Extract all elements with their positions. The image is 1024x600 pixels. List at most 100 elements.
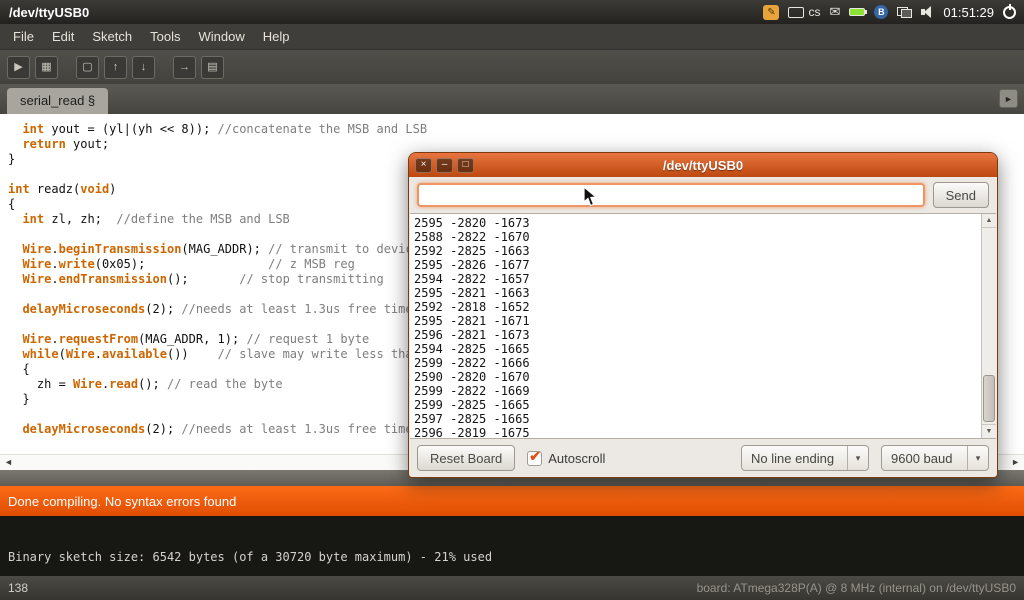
serial-input[interactable] xyxy=(417,183,925,207)
toolbar: ▶ ▦ ▢ ↑ ↓ → ▤ xyxy=(0,50,1024,84)
serial-output-line: 2597 -2825 -1665 xyxy=(410,412,996,426)
bluetooth-icon[interactable]: B xyxy=(874,5,888,19)
console-output: Binary sketch size: 6542 bytes (of a 307… xyxy=(0,516,1024,576)
code-line: int yout = (yl|(yh << 8)); //concatenate… xyxy=(8,122,1024,137)
pencil-icon: ✎ xyxy=(767,7,775,18)
tab-label: serial_read § xyxy=(20,93,95,108)
minimize-button[interactable]: – xyxy=(436,158,453,173)
keyboard-indicator[interactable]: cs xyxy=(788,5,820,19)
upload-arrow-icon: → xyxy=(179,62,190,73)
serial-output-line: 2590 -2820 -1670 xyxy=(410,370,996,384)
serial-output-line: 2595 -2826 -1677 xyxy=(410,258,996,272)
verify-button[interactable]: ▶ xyxy=(7,56,30,79)
down-arrow-icon: ↓ xyxy=(141,62,147,73)
mouse-cursor xyxy=(583,186,597,207)
serial-monitor-icon: ▤ xyxy=(207,62,217,73)
scroll-left-icon[interactable]: ◄ xyxy=(4,458,13,467)
line-ending-dropdown[interactable]: No line ending ▾ xyxy=(741,445,869,471)
serial-output-line: 2595 -2820 -1673 xyxy=(410,216,996,230)
serial-monitor-button[interactable]: ▤ xyxy=(201,56,224,79)
scrollbar-thumb[interactable] xyxy=(983,375,995,422)
serial-output-line: 2592 -2818 -1652 xyxy=(410,300,996,314)
screen: /dev/ttyUSB0 ✎ cs ✉ B 01:51:29 FileEditS… xyxy=(0,0,1024,600)
serial-monitor-titlebar[interactable]: /dev/ttyUSB0 × – □ xyxy=(409,153,997,177)
session-menu-icon[interactable] xyxy=(1003,6,1016,19)
serial-monitor-window: /dev/ttyUSB0 × – □ Send 2595 -2820 -1673… xyxy=(408,152,998,478)
line-ending-value: No line ending xyxy=(742,451,847,466)
new-file-icon: ▢ xyxy=(82,62,92,73)
baud-rate-value: 9600 baud xyxy=(882,451,967,466)
network-icon[interactable] xyxy=(897,7,912,18)
board-info: board: ATmega328P(A) @ 8 MHz (internal) … xyxy=(697,581,1016,595)
serial-output-scrollbar[interactable]: ▲ ▼ xyxy=(981,214,996,438)
tab-bar: serial_read § ► xyxy=(0,84,1024,114)
chevron-down-icon: ▾ xyxy=(967,446,988,470)
serial-output-area[interactable]: 2595 -2820 -16732588 -2822 -16702592 -28… xyxy=(410,213,996,439)
scroll-down-icon[interactable]: ▼ xyxy=(982,424,996,438)
serial-controls-row: Reset Board ✔ Autoscroll No line ending … xyxy=(409,439,997,477)
menu-help[interactable]: Help xyxy=(254,29,299,44)
top-panel: /dev/ttyUSB0 ✎ cs ✉ B 01:51:29 xyxy=(0,0,1024,24)
upload-button[interactable]: → xyxy=(173,56,196,79)
window-title: /dev/ttyUSB0 xyxy=(6,5,89,20)
keyboard-icon xyxy=(788,7,804,18)
mail-icon[interactable]: ✉ xyxy=(829,4,840,20)
menu-tools[interactable]: Tools xyxy=(141,29,189,44)
new-sketch-button[interactable]: ▢ xyxy=(76,56,99,79)
volume-icon[interactable] xyxy=(921,6,934,18)
scroll-up-icon[interactable]: ▲ xyxy=(982,214,996,228)
serial-output-line: 2599 -2822 -1666 xyxy=(410,356,996,370)
minimize-icon: – xyxy=(442,159,448,170)
menu-edit[interactable]: Edit xyxy=(43,29,83,44)
autoscroll-control[interactable]: ✔ Autoscroll xyxy=(527,451,605,466)
up-arrow-icon: ↑ xyxy=(113,62,119,73)
code-line: return yout; xyxy=(8,137,1024,152)
maximize-icon: □ xyxy=(462,159,468,170)
line-number: 138 xyxy=(8,581,28,595)
autoscroll-checkbox[interactable]: ✔ xyxy=(527,451,542,466)
stop-button[interactable]: ▦ xyxy=(35,56,58,79)
baud-rate-dropdown[interactable]: 9600 baud ▾ xyxy=(881,445,989,471)
menu-window[interactable]: Window xyxy=(189,29,253,44)
serial-output-line: 2596 -2819 -1675 xyxy=(410,426,996,439)
close-button[interactable]: × xyxy=(415,158,432,173)
tab-menu-button[interactable]: ► xyxy=(999,89,1018,108)
serial-output-line: 2596 -2821 -1673 xyxy=(410,328,996,342)
serial-output-line: 2594 -2822 -1657 xyxy=(410,272,996,286)
chevron-down-icon: ▾ xyxy=(847,446,868,470)
save-sketch-button[interactable]: ↓ xyxy=(132,56,155,79)
menu-sketch[interactable]: Sketch xyxy=(83,29,141,44)
close-icon: × xyxy=(421,159,427,170)
footer-status-bar: 138 board: ATmega328P(A) @ 8 MHz (intern… xyxy=(0,576,1024,600)
open-sketch-button[interactable]: ↑ xyxy=(104,56,127,79)
battery-icon[interactable] xyxy=(849,8,865,16)
serial-output-line: 2594 -2825 -1665 xyxy=(410,342,996,356)
menu-bar: FileEditSketchToolsWindowHelp xyxy=(0,24,1024,50)
serial-output-line: 2588 -2822 -1670 xyxy=(410,230,996,244)
notes-applet-button[interactable]: ✎ xyxy=(763,5,779,20)
play-circle-icon: ▶ xyxy=(14,62,22,73)
menu-file[interactable]: File xyxy=(4,29,43,44)
keyboard-layout-label: cs xyxy=(808,5,820,19)
serial-output-line: 2599 -2822 -1669 xyxy=(410,384,996,398)
send-button[interactable]: Send xyxy=(933,182,989,208)
reset-board-button[interactable]: Reset Board xyxy=(417,445,515,471)
check-icon: ✔ xyxy=(529,448,541,465)
serial-monitor-title: /dev/ttyUSB0 xyxy=(409,158,997,173)
tab-menu-icon: ► xyxy=(1004,94,1013,104)
scroll-right-icon[interactable]: ► xyxy=(1011,458,1020,467)
maximize-button[interactable]: □ xyxy=(457,158,474,173)
serial-output-line: 2592 -2825 -1663 xyxy=(410,244,996,258)
serial-input-row: Send xyxy=(409,177,997,213)
serial-output-line: 2599 -2825 -1665 xyxy=(410,398,996,412)
clock[interactable]: 01:51:29 xyxy=(943,5,994,20)
tab-serial-read[interactable]: serial_read § xyxy=(7,88,108,114)
stop-grid-icon: ▦ xyxy=(41,62,51,73)
system-tray: ✎ cs ✉ B 01:51:29 xyxy=(763,4,1018,20)
console-text: Binary sketch size: 6542 bytes (of a 307… xyxy=(8,550,492,564)
serial-output-line: 2595 -2821 -1663 xyxy=(410,286,996,300)
autoscroll-label: Autoscroll xyxy=(548,451,605,466)
status-message: Done compiling. No syntax errors found xyxy=(8,494,236,509)
serial-output-lines: 2595 -2820 -16732588 -2822 -16702592 -28… xyxy=(410,214,996,439)
serial-output-line: 2595 -2821 -1671 xyxy=(410,314,996,328)
